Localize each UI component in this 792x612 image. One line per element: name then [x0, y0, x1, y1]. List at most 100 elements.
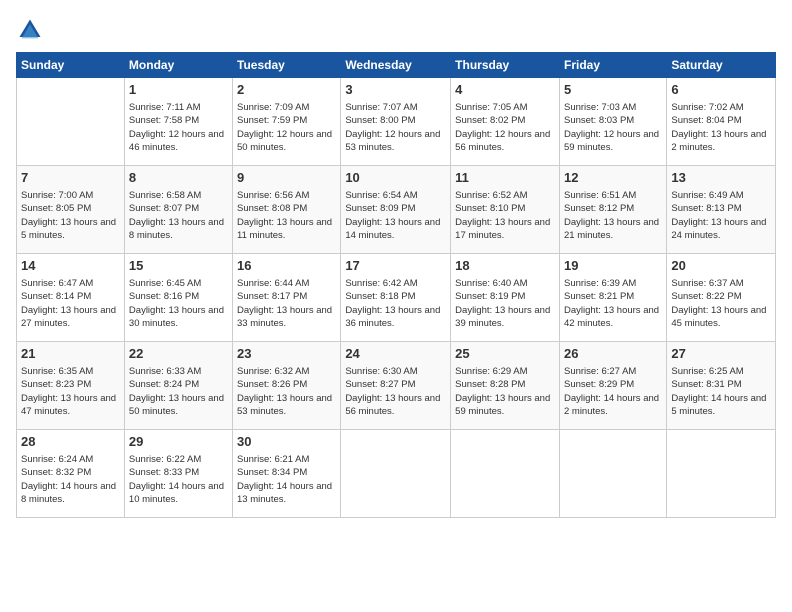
sunrise-text: Sunrise: 6:27 AM — [564, 365, 662, 378]
sunset-text: Sunset: 8:28 PM — [455, 378, 555, 391]
sunrise-text: Sunrise: 7:09 AM — [237, 101, 336, 114]
day-number: 7 — [21, 169, 120, 187]
calendar-cell: 15Sunrise: 6:45 AMSunset: 8:16 PMDayligh… — [124, 254, 232, 342]
sunrise-text: Sunrise: 6:56 AM — [237, 189, 336, 202]
daylight-text: Daylight: 13 hours and 21 minutes. — [564, 216, 662, 243]
calendar-week-5: 28Sunrise: 6:24 AMSunset: 8:32 PMDayligh… — [17, 430, 776, 518]
day-number: 16 — [237, 257, 336, 275]
sunset-text: Sunset: 8:21 PM — [564, 290, 662, 303]
sunset-text: Sunset: 8:27 PM — [345, 378, 446, 391]
calendar-cell — [341, 430, 451, 518]
calendar-cell: 26Sunrise: 6:27 AMSunset: 8:29 PMDayligh… — [559, 342, 666, 430]
day-number: 26 — [564, 345, 662, 363]
calendar-cell: 30Sunrise: 6:21 AMSunset: 8:34 PMDayligh… — [233, 430, 341, 518]
calendar-cell: 27 Sunrise: 6:25 AMSunset: 8:31 PMDayligh… — [667, 342, 776, 430]
logo-icon — [16, 16, 44, 44]
daylight-text: Daylight: 13 hours and 33 minutes. — [237, 304, 336, 331]
sunset-text: Sunset: 8:23 PM — [21, 378, 120, 391]
day-number: 1 — [129, 81, 228, 99]
sunrise-text: Sunrise: 6:45 AM — [129, 277, 228, 290]
calendar-cell: 20Sunrise: 6:37 AMSunset: 8:22 PMDayligh… — [667, 254, 776, 342]
daylight-text: Daylight: 14 hours and 5 minutes. — [671, 392, 771, 419]
day-header-sunday: Sunday — [17, 53, 125, 78]
sunset-text: Sunset: 8:19 PM — [455, 290, 555, 303]
sunrise-text: Sunrise: 7:00 AM — [21, 189, 120, 202]
daylight-text: Daylight: 13 hours and 59 minutes. — [455, 392, 555, 419]
day-number: 10 — [345, 169, 446, 187]
sunset-text: Sunset: 8:03 PM — [564, 114, 662, 127]
day-number: 11 — [455, 169, 555, 187]
day-number: 20 — [671, 257, 771, 275]
sunset-text: Sunset: 8:16 PM — [129, 290, 228, 303]
sunrise-text: Sunrise: 6:22 AM — [129, 453, 228, 466]
day-number: 24 — [345, 345, 446, 363]
sunset-text: Sunset: 8:31 PM — [671, 378, 771, 391]
calendar-cell: 2Sunrise: 7:09 AMSunset: 7:59 PMDaylight… — [233, 78, 341, 166]
daylight-text: Daylight: 13 hours and 24 minutes. — [671, 216, 771, 243]
sunset-text: Sunset: 8:05 PM — [21, 202, 120, 215]
sunrise-text: Sunrise: 6:35 AM — [21, 365, 120, 378]
calendar-cell: 3Sunrise: 7:07 AMSunset: 8:00 PMDaylight… — [341, 78, 451, 166]
calendar-cell: 14Sunrise: 6:47 AMSunset: 8:14 PMDayligh… — [17, 254, 125, 342]
sunrise-text: Sunrise: 6:52 AM — [455, 189, 555, 202]
calendar-cell: 13Sunrise: 6:49 AMSunset: 8:13 PMDayligh… — [667, 166, 776, 254]
sunrise-text: Sunrise: 6:37 AM — [671, 277, 771, 290]
daylight-text: Daylight: 12 hours and 59 minutes. — [564, 128, 662, 155]
sunrise-text: Sunrise: 7:03 AM — [564, 101, 662, 114]
header — [16, 16, 776, 44]
calendar-cell: 16 Sunrise: 6:44 AMSunset: 8:17 PMDayligh… — [233, 254, 341, 342]
day-number: 21 — [21, 345, 120, 363]
day-header-thursday: Thursday — [451, 53, 560, 78]
sunrise-text: Sunrise: 6:30 AM — [345, 365, 446, 378]
sunrise-text: Sunrise: 6:24 AM — [21, 453, 120, 466]
sunrise-text: Sunrise: 6:51 AM — [564, 189, 662, 202]
calendar-cell: 6Sunrise: 7:02 AMSunset: 8:04 PMDaylight… — [667, 78, 776, 166]
day-number: 15 — [129, 257, 228, 275]
sunset-text: Sunset: 8:12 PM — [564, 202, 662, 215]
sunset-text: Sunset: 8:00 PM — [345, 114, 446, 127]
sunset-text: Sunset: 7:59 PM — [237, 114, 336, 127]
daylight-text: Daylight: 13 hours and 2 minutes. — [671, 128, 771, 155]
sunrise-text: Sunrise: 6:44 AM — [237, 277, 336, 290]
daylight-text: Daylight: 14 hours and 13 minutes. — [237, 480, 336, 507]
calendar-cell: 7Sunrise: 7:00 AMSunset: 8:05 PMDaylight… — [17, 166, 125, 254]
sunset-text: Sunset: 8:02 PM — [455, 114, 555, 127]
sunrise-text: Sunrise: 6:25 AM — [671, 365, 771, 378]
calendar-cell: 29Sunrise: 6:22 AMSunset: 8:33 PMDayligh… — [124, 430, 232, 518]
calendar-table: SundayMondayTuesdayWednesdayThursdayFrid… — [16, 52, 776, 518]
sunset-text: Sunset: 8:34 PM — [237, 466, 336, 479]
calendar-cell: 21Sunrise: 6:35 AMSunset: 8:23 PMDayligh… — [17, 342, 125, 430]
sunrise-text: Sunrise: 7:07 AM — [345, 101, 446, 114]
day-number: 29 — [129, 433, 228, 451]
calendar-cell: 5 Sunrise: 7:03 AMSunset: 8:03 PMDaylight… — [559, 78, 666, 166]
sunset-text: Sunset: 8:26 PM — [237, 378, 336, 391]
sunrise-text: Sunrise: 7:11 AM — [129, 101, 228, 114]
calendar-cell: 18Sunrise: 6:40 AMSunset: 8:19 PMDayligh… — [451, 254, 560, 342]
sunset-text: Sunset: 8:18 PM — [345, 290, 446, 303]
sunrise-text: Sunrise: 6:33 AM — [129, 365, 228, 378]
day-header-saturday: Saturday — [667, 53, 776, 78]
calendar-week-3: 14Sunrise: 6:47 AMSunset: 8:14 PMDayligh… — [17, 254, 776, 342]
day-number: 9 — [237, 169, 336, 187]
sunrise-text: Sunrise: 7:02 AM — [671, 101, 771, 114]
day-number: 5 — [564, 81, 662, 99]
calendar-cell: 11 Sunrise: 6:52 AMSunset: 8:10 PMDayligh… — [451, 166, 560, 254]
daylight-text: Daylight: 13 hours and 14 minutes. — [345, 216, 446, 243]
sunset-text: Sunset: 7:58 PM — [129, 114, 228, 127]
sunset-text: Sunset: 8:17 PM — [237, 290, 336, 303]
day-number: 27 — [671, 345, 771, 363]
sunrise-text: Sunrise: 6:29 AM — [455, 365, 555, 378]
daylight-text: Daylight: 13 hours and 17 minutes. — [455, 216, 555, 243]
daylight-text: Daylight: 12 hours and 46 minutes. — [129, 128, 228, 155]
sunset-text: Sunset: 8:32 PM — [21, 466, 120, 479]
day-number: 17 — [345, 257, 446, 275]
calendar-cell: 24Sunrise: 6:30 AMSunset: 8:27 PMDayligh… — [341, 342, 451, 430]
calendar-cell: 10Sunrise: 6:54 AMSunset: 8:09 PMDayligh… — [341, 166, 451, 254]
day-number: 19 — [564, 257, 662, 275]
sunrise-text: Sunrise: 6:58 AM — [129, 189, 228, 202]
day-header-friday: Friday — [559, 53, 666, 78]
daylight-text: Daylight: 13 hours and 11 minutes. — [237, 216, 336, 243]
sunset-text: Sunset: 8:14 PM — [21, 290, 120, 303]
calendar-week-4: 21 Sunrise: 6:35 AMSunset: 8:23 PM Dayligh… — [17, 342, 776, 430]
sunset-text: Sunset: 8:10 PM — [455, 202, 555, 215]
